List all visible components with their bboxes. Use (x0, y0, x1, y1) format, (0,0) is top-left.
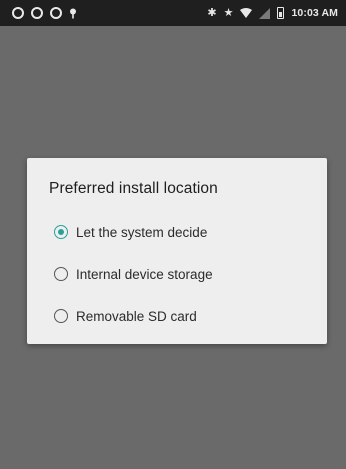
battery-icon (277, 7, 285, 19)
radio-button-icon[interactable] (54, 309, 68, 323)
option-let-system-decide[interactable]: Let the system decide (49, 211, 327, 253)
notification-ring-icon (31, 7, 43, 19)
notification-ring-icon (12, 7, 24, 19)
location-pin-icon (70, 8, 76, 18)
star-icon: ★ (223, 6, 234, 19)
signal-icon (259, 7, 271, 19)
dialog-title: Preferred install location (49, 180, 218, 197)
radio-button-selected-icon[interactable] (54, 225, 68, 239)
option-label: Let the system decide (76, 224, 208, 240)
notification-ring-icon (50, 7, 62, 19)
status-bar: ✱ ★ 10:03 AM (0, 0, 346, 26)
status-right-icons: ✱ ★ 10:03 AM (207, 7, 338, 19)
status-time: 10:03 AM (291, 7, 338, 19)
option-label: Removable SD card (76, 308, 197, 324)
install-location-dialog: Preferred install location Let the syste… (27, 158, 327, 344)
wifi-icon (240, 8, 253, 18)
option-removable-sd-card[interactable]: Removable SD card (49, 295, 327, 337)
status-left-icons (12, 7, 77, 19)
bluetooth-icon: ✱ (207, 6, 217, 19)
radio-button-icon[interactable] (54, 267, 68, 281)
option-internal-device-storage[interactable]: Internal device storage (49, 253, 327, 295)
option-label: Internal device storage (76, 266, 213, 282)
